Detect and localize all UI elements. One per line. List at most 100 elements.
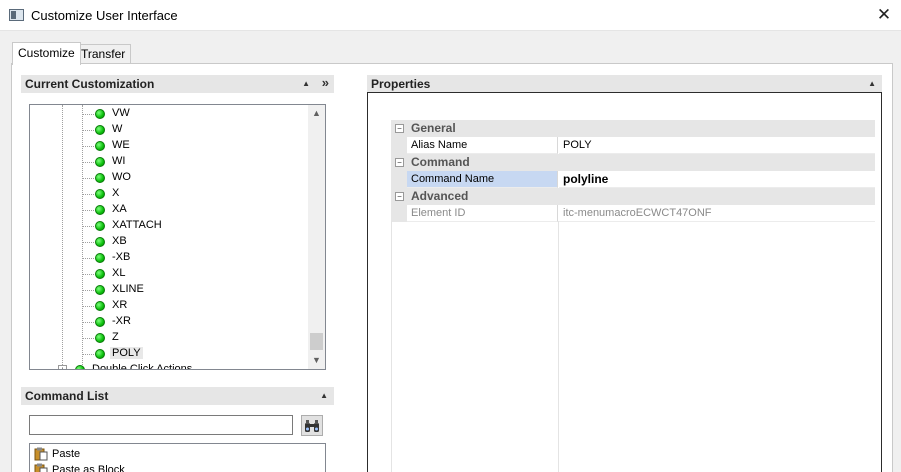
tree-node-label: W bbox=[112, 123, 123, 135]
list-item-label: Paste bbox=[52, 448, 81, 460]
alias-status-icon bbox=[95, 317, 105, 327]
alias-status-icon bbox=[95, 253, 105, 263]
grid-column-divider bbox=[558, 221, 559, 472]
find-button[interactable] bbox=[301, 415, 323, 436]
tree-node-label: Double Click Actions bbox=[92, 363, 193, 370]
customization-tree[interactable]: ▲ ▼ VW W WE WI WO X XA XATTACH XB -XB XL XLINE XR -XR… bbox=[29, 104, 326, 370]
row-gutter bbox=[391, 171, 407, 188]
properties-header: Properties ▲ bbox=[367, 75, 882, 93]
app-window-icon bbox=[9, 9, 24, 21]
tab-customize[interactable]: Customize bbox=[12, 42, 81, 65]
scroll-up-icon[interactable]: ▲ bbox=[308, 105, 325, 122]
collapse-icon[interactable]: ▲ bbox=[868, 75, 876, 93]
tree-node[interactable]: WE bbox=[30, 138, 306, 154]
tree-node-label: Z bbox=[112, 331, 119, 343]
tree-node[interactable]: -XR bbox=[30, 314, 306, 330]
command-list-title: Command List bbox=[25, 389, 109, 403]
tree-node[interactable]: -XB bbox=[30, 250, 306, 266]
tree-connector bbox=[82, 210, 94, 211]
tree-node-label: XATTACH bbox=[112, 219, 162, 231]
alias-status-icon bbox=[95, 125, 105, 135]
collapse-category-icon[interactable]: − bbox=[395, 158, 404, 167]
tree-node[interactable]: XATTACH bbox=[30, 218, 306, 234]
grid-gutter-divider bbox=[391, 221, 392, 472]
category-advanced[interactable]: − Advanced bbox=[391, 188, 875, 205]
tree-connector bbox=[82, 322, 94, 323]
alias-status-icon bbox=[95, 141, 105, 151]
tree-node[interactable]: XL bbox=[30, 266, 306, 282]
tab-transfer[interactable]: Transfer bbox=[75, 44, 132, 64]
property-value[interactable]: POLY bbox=[559, 137, 875, 154]
command-list-header: Command List ▲ bbox=[21, 387, 334, 405]
property-row-alias-name[interactable]: Alias Name POLY bbox=[391, 137, 875, 154]
command-search-input[interactable] bbox=[29, 415, 293, 435]
expand-node-icon[interactable]: + bbox=[58, 365, 67, 369]
expand-panel-icon[interactable]: » bbox=[322, 74, 329, 92]
tree-node-label: VW bbox=[112, 107, 130, 119]
tree-connector bbox=[82, 274, 94, 275]
collapse-icon[interactable]: ▲ bbox=[302, 75, 310, 93]
property-row-command-name[interactable]: Command Name polyline bbox=[391, 171, 875, 188]
tree-node-double-click-actions[interactable]: + Double Click Actions bbox=[30, 362, 306, 370]
tree-connector bbox=[82, 226, 94, 227]
alias-status-icon bbox=[95, 269, 105, 279]
alias-status-icon bbox=[95, 173, 105, 183]
property-name: Alias Name bbox=[407, 137, 558, 154]
property-value[interactable]: polyline bbox=[559, 171, 875, 188]
tree-node[interactable]: VW bbox=[30, 106, 306, 122]
tree-connector bbox=[82, 290, 94, 291]
category-general[interactable]: − General bbox=[391, 120, 875, 137]
tree-node[interactable]: WO bbox=[30, 170, 306, 186]
category-command[interactable]: − Command bbox=[391, 154, 875, 171]
scroll-down-icon[interactable]: ▼ bbox=[308, 352, 325, 369]
tree-connector bbox=[82, 258, 94, 259]
category-title: General bbox=[411, 121, 456, 135]
list-item-label: Paste as Block bbox=[52, 464, 125, 472]
alias-status-icon bbox=[95, 301, 105, 311]
tree-node[interactable]: POLY bbox=[30, 346, 306, 362]
title-bar: Customize User Interface ✕ bbox=[0, 0, 901, 31]
property-name: Element ID bbox=[407, 205, 558, 222]
properties-frame: − General Alias Name POLY − Command Comm… bbox=[367, 92, 882, 472]
property-name: Command Name bbox=[407, 171, 558, 188]
tree-node[interactable]: WI bbox=[30, 154, 306, 170]
category-title: Advanced bbox=[411, 189, 469, 203]
alias-status-icon bbox=[95, 109, 105, 119]
current-customization-header: Current Customization ▲ » bbox=[21, 75, 334, 93]
collapse-icon[interactable]: ▲ bbox=[320, 387, 328, 405]
alias-status-icon bbox=[95, 221, 105, 231]
paste-icon bbox=[34, 447, 48, 461]
tree-node-label: WI bbox=[112, 155, 126, 167]
binoculars-icon bbox=[305, 420, 319, 432]
alias-status-icon bbox=[95, 157, 105, 167]
property-row-element-id[interactable]: Element ID itc-menumacroECWCT47ONF bbox=[391, 205, 875, 222]
tree-node-label: XA bbox=[112, 203, 127, 215]
alias-status-icon bbox=[95, 285, 105, 295]
tree-connector bbox=[82, 162, 94, 163]
tree-connector bbox=[82, 146, 94, 147]
alias-status-icon bbox=[95, 205, 105, 215]
properties-title: Properties bbox=[371, 77, 431, 91]
tree-node[interactable]: XR bbox=[30, 298, 306, 314]
tree-node[interactable]: W bbox=[30, 122, 306, 138]
tree-connector bbox=[82, 338, 94, 339]
collapse-category-icon[interactable]: − bbox=[395, 124, 404, 133]
collapse-category-icon[interactable]: − bbox=[395, 192, 404, 201]
tree-node[interactable]: X bbox=[30, 186, 306, 202]
scroll-thumb[interactable] bbox=[310, 333, 323, 350]
row-gutter bbox=[391, 205, 407, 222]
command-list[interactable]: Paste Paste as Block bbox=[29, 443, 326, 472]
tree-node-label: XLINE bbox=[112, 283, 144, 295]
tree-node-label: POLY bbox=[110, 347, 143, 359]
tree-node-label: XL bbox=[112, 267, 126, 279]
tree-node[interactable]: XA bbox=[30, 202, 306, 218]
alias-status-icon bbox=[95, 333, 105, 343]
current-customization-title: Current Customization bbox=[25, 77, 155, 91]
tree-scrollbar[interactable]: ▲ ▼ bbox=[308, 105, 325, 369]
alias-status-icon bbox=[95, 189, 105, 199]
tree-node[interactable]: XLINE bbox=[30, 282, 306, 298]
tree-node[interactable]: XB bbox=[30, 234, 306, 250]
close-icon[interactable]: ✕ bbox=[867, 0, 901, 31]
tree-connector bbox=[82, 130, 94, 131]
tree-node[interactable]: Z bbox=[30, 330, 306, 346]
